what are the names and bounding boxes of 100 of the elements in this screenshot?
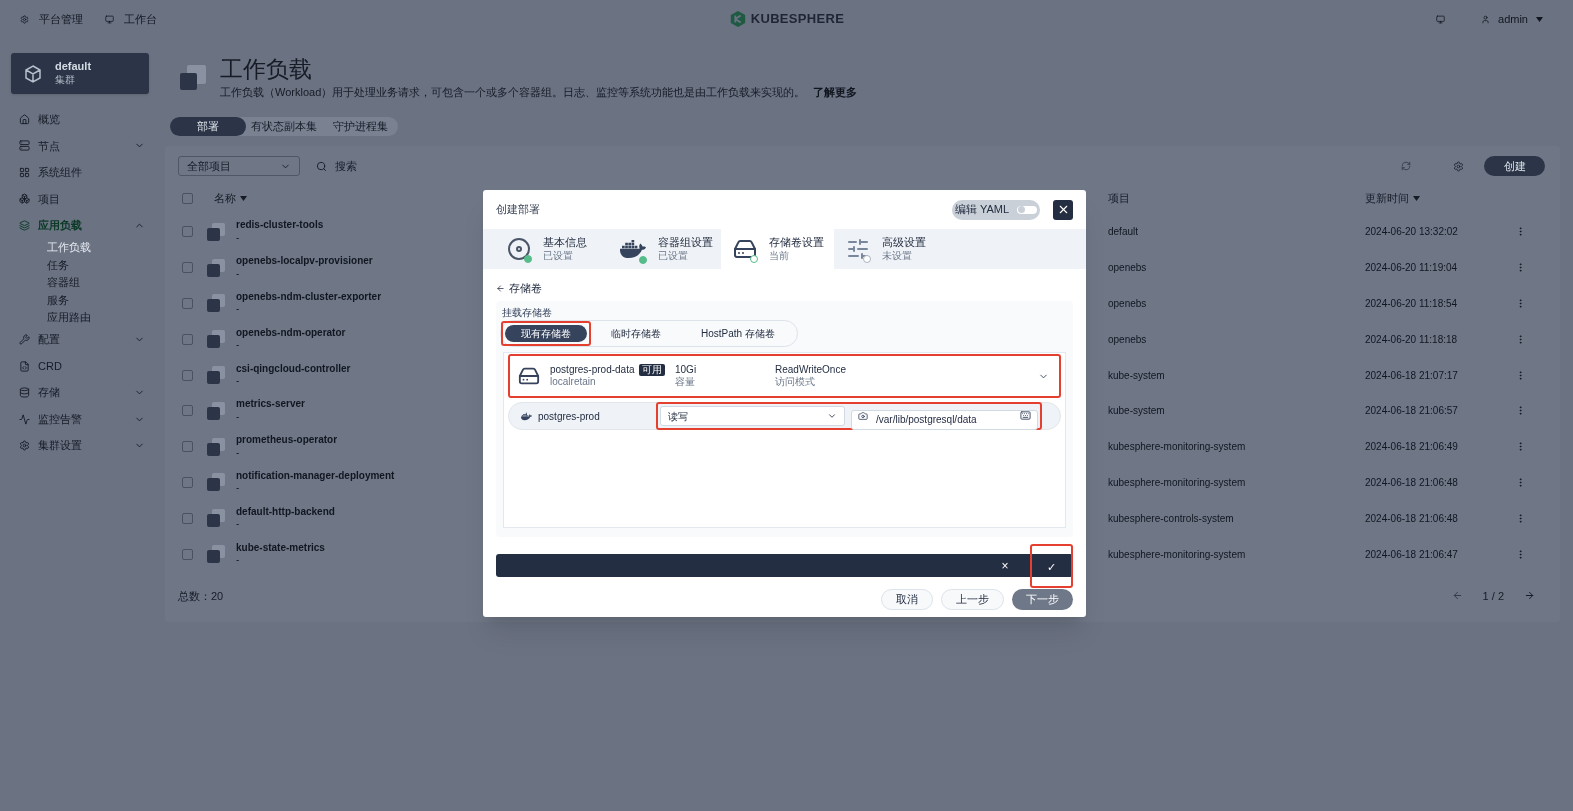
- checkbox[interactable]: [182, 369, 193, 381]
- time-cell-text: 2024-06-20 11:18:18: [1365, 332, 1458, 347]
- cancel-edit-button[interactable]: ×: [990, 554, 1020, 577]
- source-tab[interactable]: 临时存储卷: [595, 325, 677, 342]
- project-cell-text: openebs: [1108, 261, 1147, 276]
- nav-item[interactable]: 应用负载: [11, 212, 149, 239]
- project-cell-text: kube-system: [1108, 404, 1165, 419]
- tab[interactable]: 部署: [170, 117, 246, 136]
- tab[interactable]: 有状态副本集: [246, 117, 322, 136]
- learn-more-link[interactable]: 了解更多: [813, 83, 858, 101]
- footer-button[interactable]: 上一步: [941, 589, 1004, 610]
- step[interactable]: 高级设置 未设置: [834, 229, 947, 269]
- back-arrow-icon: [496, 283, 505, 293]
- mount-path-field[interactable]: /var/lib/postgresql/data: [851, 409, 1038, 430]
- step[interactable]: 容器组设置 已设置: [608, 229, 721, 269]
- nav-item[interactable]: 集群设置: [11, 432, 149, 459]
- previous-page-icon[interactable]: [1451, 590, 1463, 602]
- back-link[interactable]: 存储卷: [496, 281, 542, 295]
- checkbox[interactable]: [182, 548, 193, 560]
- access-select[interactable]: 读写: [660, 406, 845, 426]
- project-cell-text: kubesphere-monitoring-system: [1108, 475, 1246, 490]
- user-icon: [1481, 14, 1491, 24]
- checkbox[interactable]: [182, 226, 193, 238]
- pulse-icon: [19, 413, 30, 425]
- source-tab[interactable]: 现有存储卷: [505, 325, 587, 342]
- nav-item[interactable]: 监控告警: [11, 405, 149, 433]
- workload-name[interactable]: openebs-ndm-cluster-exporter: [236, 291, 382, 304]
- file-code-icon: [19, 360, 30, 372]
- step[interactable]: 存储卷设置 当前: [721, 229, 834, 269]
- yaml-toggle[interactable]: 编辑 YAML: [952, 199, 1040, 220]
- nav-subitem[interactable]: 任务: [11, 256, 149, 274]
- stacked-squares-icon: [178, 62, 208, 93]
- cluster-card[interactable]: default 集群: [11, 53, 149, 94]
- step-status: 未设置: [882, 249, 913, 263]
- nav-item[interactable]: CRD: [11, 352, 149, 380]
- workload-description: -: [236, 482, 240, 495]
- nav-item[interactable]: 配置: [11, 326, 149, 353]
- checkbox[interactable]: [182, 441, 193, 453]
- step-title: 高级设置: [882, 235, 926, 250]
- stacked-squares-icon: [206, 329, 226, 350]
- settings-icon[interactable]: [1453, 160, 1464, 172]
- workload-name[interactable]: redis-cluster-tools: [236, 219, 324, 232]
- workload-name[interactable]: kube-state-metrics: [236, 541, 325, 555]
- workload-description: -: [236, 339, 240, 352]
- column-header[interactable]: 名称: [214, 189, 247, 207]
- monitor-icon[interactable]: [1436, 14, 1446, 24]
- footer-button[interactable]: 取消: [881, 589, 933, 610]
- settings-icon: [20, 14, 29, 24]
- close-button[interactable]: [1053, 199, 1073, 220]
- confirm-button[interactable]: ✓: [1034, 558, 1069, 574]
- checkbox[interactable]: [182, 476, 193, 488]
- checkbox[interactable]: [182, 333, 193, 345]
- workload-name[interactable]: prometheus-operator: [236, 434, 338, 447]
- workload-name[interactable]: csi-qingcloud-controller: [236, 362, 351, 376]
- refresh-icon[interactable]: [1401, 161, 1411, 171]
- nav-item[interactable]: 存储: [11, 379, 149, 406]
- time-cell-text: 2024-06-20 11:18:54: [1365, 297, 1458, 311]
- workload-name[interactable]: default-http-backend: [236, 505, 335, 519]
- time-cell-text: 2024-06-18 21:06:49: [1365, 440, 1458, 455]
- workload-name[interactable]: metrics-server: [236, 398, 305, 411]
- checkbox[interactable]: [182, 262, 193, 274]
- column-header[interactable]: 更新时间: [1365, 189, 1420, 207]
- checkbox[interactable]: [182, 405, 193, 417]
- logo-icon: [728, 10, 747, 28]
- source-tab[interactable]: HostPath 存储卷: [685, 325, 791, 342]
- workload-name[interactable]: openebs-ndm-operator: [236, 326, 346, 340]
- nav-subitem[interactable]: 工作负载: [11, 238, 149, 257]
- keyboard-icon[interactable]: [1020, 410, 1031, 421]
- next-page-icon[interactable]: [1524, 590, 1535, 602]
- nav-item[interactable]: 节点: [11, 132, 149, 159]
- nav-item[interactable]: 项目: [11, 185, 149, 212]
- nav-item[interactable]: 概览: [11, 106, 149, 133]
- top-nav-link[interactable]: 平台管理: [20, 10, 83, 28]
- step[interactable]: 基本信息 已设置: [495, 229, 608, 269]
- settings-icon: [19, 440, 30, 452]
- search-field[interactable]: 搜索: [335, 156, 535, 176]
- page-title: 工作负载: [220, 54, 313, 84]
- nav-item[interactable]: 系统组件: [11, 159, 149, 186]
- top-nav-link[interactable]: 工作台: [105, 10, 157, 28]
- nav-subitem[interactable]: 应用路由: [11, 308, 149, 327]
- wrench-icon: [19, 334, 30, 346]
- volume-card[interactable]: postgres-prod-data 可用 localretain 10Gi 容量 ReadWriteOnce 访问模式: [512, 358, 1057, 394]
- workload-name[interactable]: notification-manager-deployment: [236, 469, 395, 483]
- camera-icon: [858, 411, 868, 421]
- caret-icon: [1413, 195, 1420, 201]
- footer-button[interactable]: 下一步: [1012, 589, 1073, 610]
- checkbox[interactable]: [182, 192, 193, 204]
- nav-subitem[interactable]: 容器组: [11, 273, 149, 292]
- create-button[interactable]: 创建: [1484, 156, 1545, 176]
- user-menu[interactable]: admin: [1481, 10, 1543, 28]
- workload-name[interactable]: openebs-localpv-provisioner: [236, 255, 373, 268]
- checkbox[interactable]: [182, 298, 193, 309]
- project-select[interactable]: 全部项目: [178, 156, 300, 176]
- layers-icon: [19, 219, 30, 231]
- stacked-squares-icon: [206, 293, 226, 314]
- hard-drive-icon: [733, 237, 757, 261]
- nav-subitem[interactable]: 服务: [11, 291, 149, 309]
- tab[interactable]: 守护进程集: [322, 117, 398, 136]
- checkbox[interactable]: [182, 512, 193, 524]
- stacked-squares-icon: [206, 400, 226, 421]
